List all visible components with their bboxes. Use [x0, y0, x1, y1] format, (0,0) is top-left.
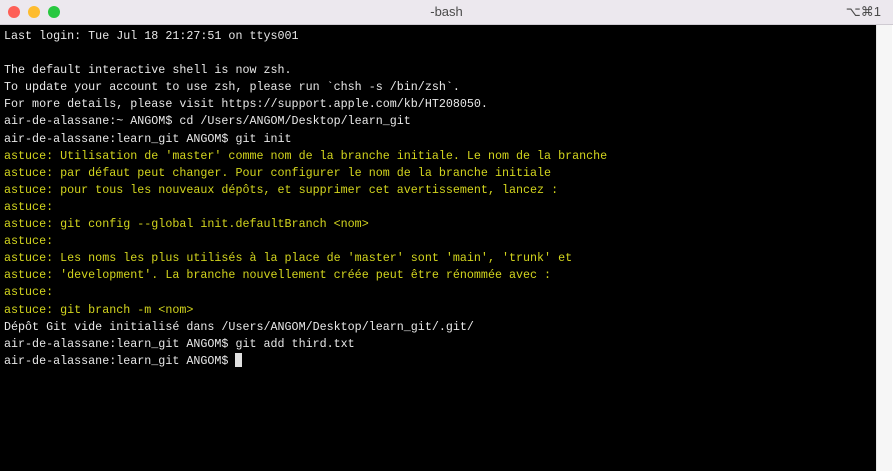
terminal-line: astuce: 'development'. La branche nouvel…: [4, 268, 552, 283]
terminal-line: The default interactive shell is now zsh…: [4, 63, 292, 78]
terminal-line: For more details, please visit https://s…: [4, 97, 488, 112]
terminal-line: Dépôt Git vide initialisé dans /Users/AN…: [4, 319, 474, 334]
terminal-line: air-de-alassane:learn_git ANGOM$ git add…: [4, 336, 355, 351]
terminal-line: astuce:: [4, 234, 54, 249]
terminal-line: astuce: git config --global init.default…: [4, 217, 369, 232]
terminal-line: air-de-alassane:~ ANGOM$ cd /Users/ANGOM…: [4, 114, 411, 129]
window-title: -bash: [430, 4, 463, 19]
window-shortcut: ⌥⌘1: [845, 4, 881, 19]
terminal-line: astuce: Utilisation de 'master' comme no…: [4, 148, 608, 163]
terminal-line: astuce:: [4, 285, 54, 300]
terminal-line: astuce: par défaut peut changer. Pour co…: [4, 165, 552, 180]
terminal-line: Last login: Tue Jul 18 21:27:51 on ttys0…: [4, 29, 299, 43]
terminal-line: astuce: Les noms les plus utilisés à la …: [4, 251, 573, 266]
terminal-line: To update your account to use zsh, pleas…: [4, 80, 460, 95]
prompt: air-de-alassane:learn_git ANGOM$: [4, 353, 236, 368]
terminal-line: astuce:: [4, 199, 54, 214]
title-bar[interactable]: -bash ⌥⌘1: [0, 0, 893, 25]
terminal-line: air-de-alassane:learn_git ANGOM$ git ini…: [4, 131, 292, 146]
prompt-line[interactable]: air-de-alassane:learn_git ANGOM$: [4, 352, 876, 370]
terminal-output[interactable]: Last login: Tue Jul 18 21:27:51 on ttys0…: [0, 25, 876, 471]
scrollbar[interactable]: [876, 25, 892, 471]
cursor: [235, 352, 243, 367]
terminal-line: astuce: pour tous les nouveaux dépôts, e…: [4, 182, 559, 197]
terminal-line: astuce: git branch -m <nom>: [4, 302, 194, 317]
